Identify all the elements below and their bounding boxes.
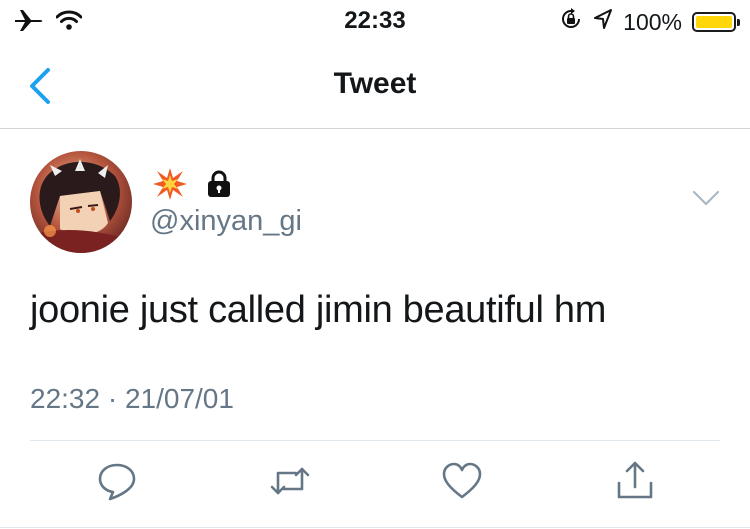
display-name-emoji [152, 167, 188, 206]
chevron-down-icon [692, 190, 720, 206]
retweet-icon [270, 467, 310, 495]
reply-icon [98, 463, 136, 501]
tweet-text: joonie just called jimin beautiful hm [30, 289, 607, 331]
status-bar: 22:33 100% [0, 0, 750, 40]
like-icon [442, 462, 482, 499]
battery-level [696, 16, 732, 28]
retweet-button[interactable] [268, 459, 312, 503]
share-button[interactable] [613, 459, 657, 503]
navigation-bar: Tweet [0, 44, 750, 129]
bottom-divider [0, 527, 750, 528]
battery-percentage: 100% [623, 8, 682, 35]
user-handle[interactable]: @xinyan_gi [150, 205, 302, 238]
orientation-lock-icon [559, 7, 583, 37]
tweet-actions [0, 459, 750, 509]
tweet-timestamp: 22:32 · 21/07/01 [30, 383, 234, 414]
divider [30, 440, 720, 441]
like-button[interactable] [440, 459, 484, 503]
lock-icon [206, 170, 232, 203]
reply-button[interactable] [95, 459, 139, 503]
tweet: @xinyan_gi joonie just called jimin beau… [0, 129, 750, 529]
battery-icon [692, 12, 740, 32]
avatar[interactable] [30, 151, 132, 253]
tweet-menu-button[interactable] [692, 189, 720, 207]
share-icon [617, 461, 653, 499]
location-arrow-icon [593, 8, 613, 36]
status-bar-right: 100% [559, 7, 740, 37]
battery-nub [737, 19, 740, 26]
display-name-row [152, 167, 232, 206]
page-title: Tweet [333, 67, 417, 100]
